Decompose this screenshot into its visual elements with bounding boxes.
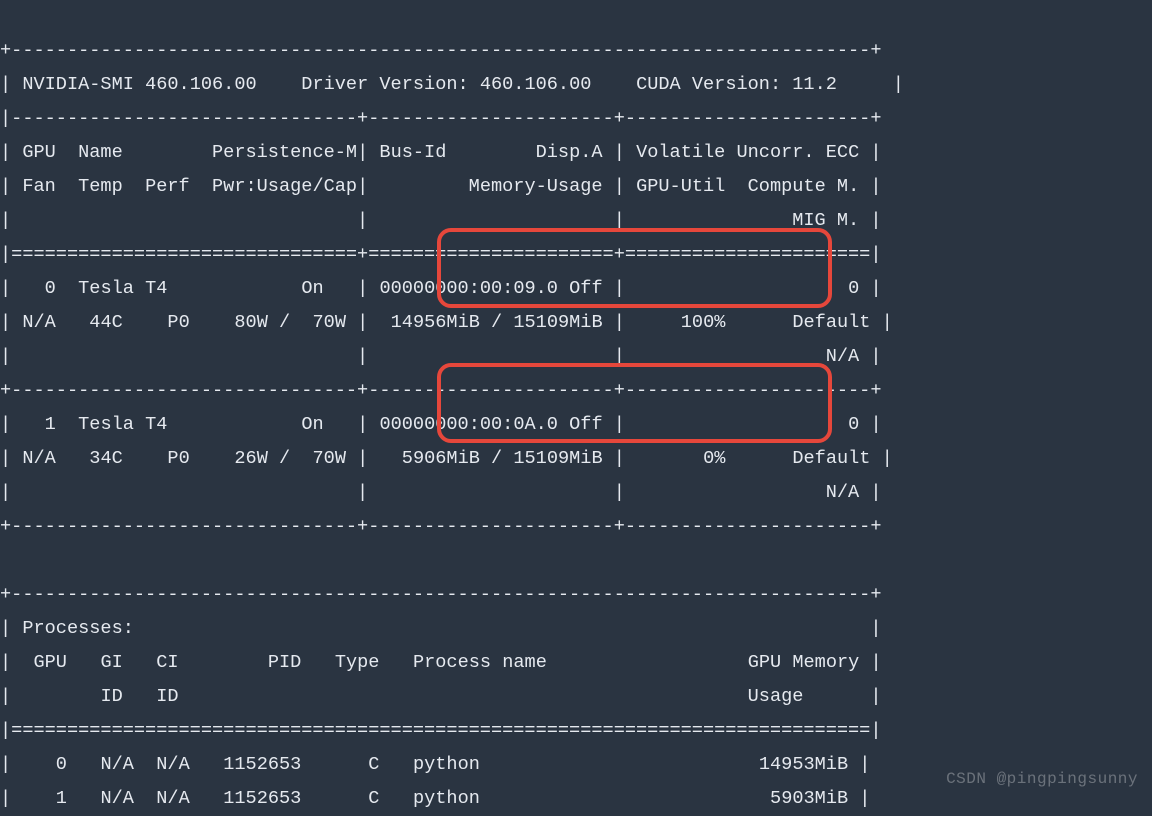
gpu0-pwr: 80W / 70W bbox=[234, 312, 346, 333]
nvidia-smi-output: +---------------------------------------… bbox=[0, 0, 904, 816]
p1-ci: N/A bbox=[156, 788, 189, 809]
hdr-r2-l: Fan Temp Perf Pwr:Usage/Cap bbox=[22, 176, 357, 197]
ph-id1: ID bbox=[100, 686, 122, 707]
ph-usage: Usage bbox=[748, 686, 804, 707]
gpu1-temp: 34C bbox=[89, 448, 122, 469]
hdr-r3-r: MIG M. bbox=[792, 210, 859, 231]
gpu1-perf: P0 bbox=[167, 448, 189, 469]
gpu1-pwr: 26W / 70W bbox=[234, 448, 346, 469]
p1-type: C bbox=[368, 788, 379, 809]
gpu0-util: 100% bbox=[681, 312, 726, 333]
gpu0-comp: Default bbox=[792, 312, 870, 333]
p1-gpu: 1 bbox=[56, 788, 67, 809]
ph-gpu: GPU bbox=[33, 652, 66, 673]
gpu0-mem: 14956MiB / 15109MiB bbox=[391, 312, 603, 333]
hdr-r1-r: Volatile Uncorr. ECC bbox=[636, 142, 859, 163]
cuda-version: CUDA Version: 11.2 bbox=[636, 74, 837, 95]
gpu1-fan: N/A bbox=[22, 448, 55, 469]
hr-top: +---------------------------------------… bbox=[0, 40, 882, 61]
gpu0-perf: P0 bbox=[167, 312, 189, 333]
p0-gi: N/A bbox=[100, 754, 133, 775]
gpu1-mig: N/A bbox=[826, 482, 859, 503]
gpu0-name: Tesla T4 bbox=[78, 278, 167, 299]
p0-gpu: 0 bbox=[56, 754, 67, 775]
watermark: CSDN @pingpingsunny bbox=[946, 770, 1138, 788]
gpu1-comp: Default bbox=[792, 448, 870, 469]
p1-pid: 1152653 bbox=[223, 788, 301, 809]
p1-gi: N/A bbox=[100, 788, 133, 809]
p0-pid: 1152653 bbox=[223, 754, 301, 775]
gpu1-name: Tesla T4 bbox=[78, 414, 167, 435]
gpu1-bus: 00000000:00:0A.0 bbox=[379, 414, 558, 435]
gpu0-pers: On bbox=[301, 278, 323, 299]
ph-mem: GPU Memory bbox=[748, 652, 860, 673]
p0-name: python bbox=[413, 754, 480, 775]
gpu1-util: 0% bbox=[703, 448, 725, 469]
p0-type: C bbox=[368, 754, 379, 775]
gpu1-idx: 1 bbox=[45, 414, 56, 435]
gpu1-pers: On bbox=[301, 414, 323, 435]
p1-name: python bbox=[413, 788, 480, 809]
driver-version: Driver Version: 460.106.00 bbox=[301, 74, 591, 95]
gpu0-mig: N/A bbox=[826, 346, 859, 367]
hdr-r1-l: GPU Name Persistence-M bbox=[22, 142, 357, 163]
gpu1-disp: Off bbox=[569, 414, 602, 435]
ph-type: Type bbox=[335, 652, 380, 673]
gpu0-bus: 00000000:00:09.0 bbox=[379, 278, 558, 299]
hdr-r1-m: Bus-Id Disp.A bbox=[379, 142, 602, 163]
ph-pid: PID bbox=[268, 652, 301, 673]
gpu0-idx: 0 bbox=[45, 278, 56, 299]
gpu0-ecc: 0 bbox=[848, 278, 859, 299]
ph-ci: CI bbox=[156, 652, 178, 673]
gpu0-fan: N/A bbox=[22, 312, 55, 333]
p0-mem: 14953MiB bbox=[759, 754, 848, 775]
p1-mem: 5903MiB bbox=[770, 788, 848, 809]
gpu1-ecc: 0 bbox=[848, 414, 859, 435]
gpu1-mem: 5906MiB / 15109MiB bbox=[402, 448, 603, 469]
p0-ci: N/A bbox=[156, 754, 189, 775]
ph-gi: GI bbox=[100, 652, 122, 673]
ph-pname: Process name bbox=[413, 652, 547, 673]
hdr-r2-m: Memory-Usage bbox=[469, 176, 603, 197]
hdr-r2-r: GPU-Util Compute M. bbox=[636, 176, 859, 197]
ph-id2: ID bbox=[156, 686, 178, 707]
gpu0-disp: Off bbox=[569, 278, 602, 299]
gpu0-temp: 44C bbox=[89, 312, 122, 333]
nvidia-smi-version: NVIDIA-SMI 460.106.00 bbox=[22, 74, 256, 95]
proc-title: Processes: bbox=[22, 618, 134, 639]
